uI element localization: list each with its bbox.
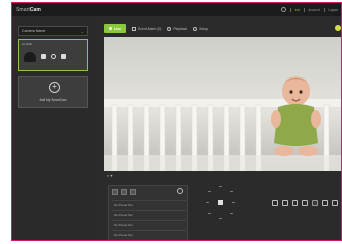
add-preset-button[interactable] — [112, 189, 118, 195]
add-camera-card[interactable]: + Add My SmartCam — [18, 76, 88, 108]
list-item[interactable]: No Preset Set — [112, 220, 186, 228]
ptz-home-button[interactable] — [218, 200, 223, 205]
camera-card-controls — [41, 54, 66, 59]
preset-list: No Preset Set No Preset Set No Preset Se… — [108, 185, 188, 240]
delete-preset-button[interactable] — [130, 189, 136, 195]
record-icon[interactable] — [282, 200, 288, 206]
top-nav: Inst Account Logout — [281, 7, 341, 12]
pan-left-arrow[interactable] — [206, 202, 209, 203]
gear-icon — [193, 26, 198, 31]
pan-up-arrow[interactable] — [219, 186, 222, 187]
nav-link-logout[interactable]: Logout — [328, 8, 338, 12]
nav-link-account[interactable]: Account — [308, 8, 320, 12]
edit-preset-button[interactable] — [121, 189, 127, 195]
video-frame — [104, 37, 341, 171]
chevron-down-icon: ⌄ — [80, 28, 84, 34]
settings-icon[interactable] — [332, 200, 338, 206]
settings-icon[interactable] — [51, 54, 56, 59]
video-icon[interactable] — [292, 200, 298, 206]
ptz-pad — [200, 183, 242, 223]
list-item[interactable]: No Preset Set — [112, 200, 186, 208]
list-item[interactable]: No Preset Set — [112, 230, 186, 238]
live-video-feed[interactable] — [104, 37, 341, 171]
snapshot-icon[interactable] — [272, 200, 278, 206]
camera-select-label: Camera Name — [22, 29, 46, 33]
sidebar: Camera Name ⌄ Ln Crib + Add My SmartCam — [12, 16, 98, 240]
nav-divider — [303, 7, 305, 12]
tab-playback[interactable]: Playback — [167, 26, 187, 31]
pan-up-left-arrow[interactable] — [208, 191, 211, 192]
nav-divider — [290, 7, 291, 12]
tab-setup[interactable]: Setup — [193, 26, 208, 31]
zoom-icon[interactable] — [322, 200, 328, 206]
app-window: SmartCam Inst Account Logout Camera Name… — [11, 2, 342, 241]
tab-live[interactable]: Live — [104, 24, 126, 33]
camera-card-label: Ln Crib — [22, 42, 32, 46]
bell-icon — [132, 26, 136, 31]
camera-icon — [24, 52, 36, 62]
top-bar: SmartCam Inst Account Logout — [12, 3, 341, 16]
record-icon[interactable] — [41, 54, 46, 59]
camera-select[interactable]: Camera Name ⌄ — [18, 26, 88, 36]
nav-link-inst[interactable]: Inst — [295, 8, 300, 12]
video-tools — [272, 200, 338, 206]
camera-card[interactable]: Ln Crib — [18, 39, 88, 71]
microphone-icon[interactable] — [302, 200, 308, 206]
live-icon — [108, 27, 112, 30]
plus-icon: + — [49, 82, 60, 93]
list-item[interactable]: No Preset Set — [112, 210, 186, 218]
playback-icon — [167, 26, 172, 31]
nav-divider — [323, 7, 325, 12]
tab-event-alarm[interactable]: Event Alarm (0) — [132, 26, 161, 31]
pan-right-arrow[interactable] — [232, 202, 235, 203]
app-logo[interactable]: SmartCam — [16, 7, 41, 13]
pan-up-right-arrow[interactable] — [230, 191, 233, 192]
add-camera-label: Add My SmartCam — [39, 98, 67, 102]
night-mode-icon[interactable] — [312, 200, 318, 206]
gear-icon[interactable] — [281, 7, 287, 12]
pan-down-right-arrow[interactable] — [230, 213, 233, 214]
preset-toolbar — [112, 189, 136, 195]
view-tabs: Live Event Alarm (0) Playback Setup — [104, 22, 341, 35]
speaker-icon[interactable] — [61, 54, 66, 59]
pan-down-left-arrow[interactable] — [208, 213, 211, 214]
pan-down-arrow[interactable] — [219, 218, 222, 219]
speaker-icon[interactable]: ◐ ▾ — [107, 173, 113, 178]
clock-icon[interactable] — [177, 188, 183, 194]
control-panel: ◐ ▾ No Preset Set No Preset Set No Prese… — [104, 171, 341, 240]
fullscreen-icon[interactable] — [335, 25, 341, 31]
